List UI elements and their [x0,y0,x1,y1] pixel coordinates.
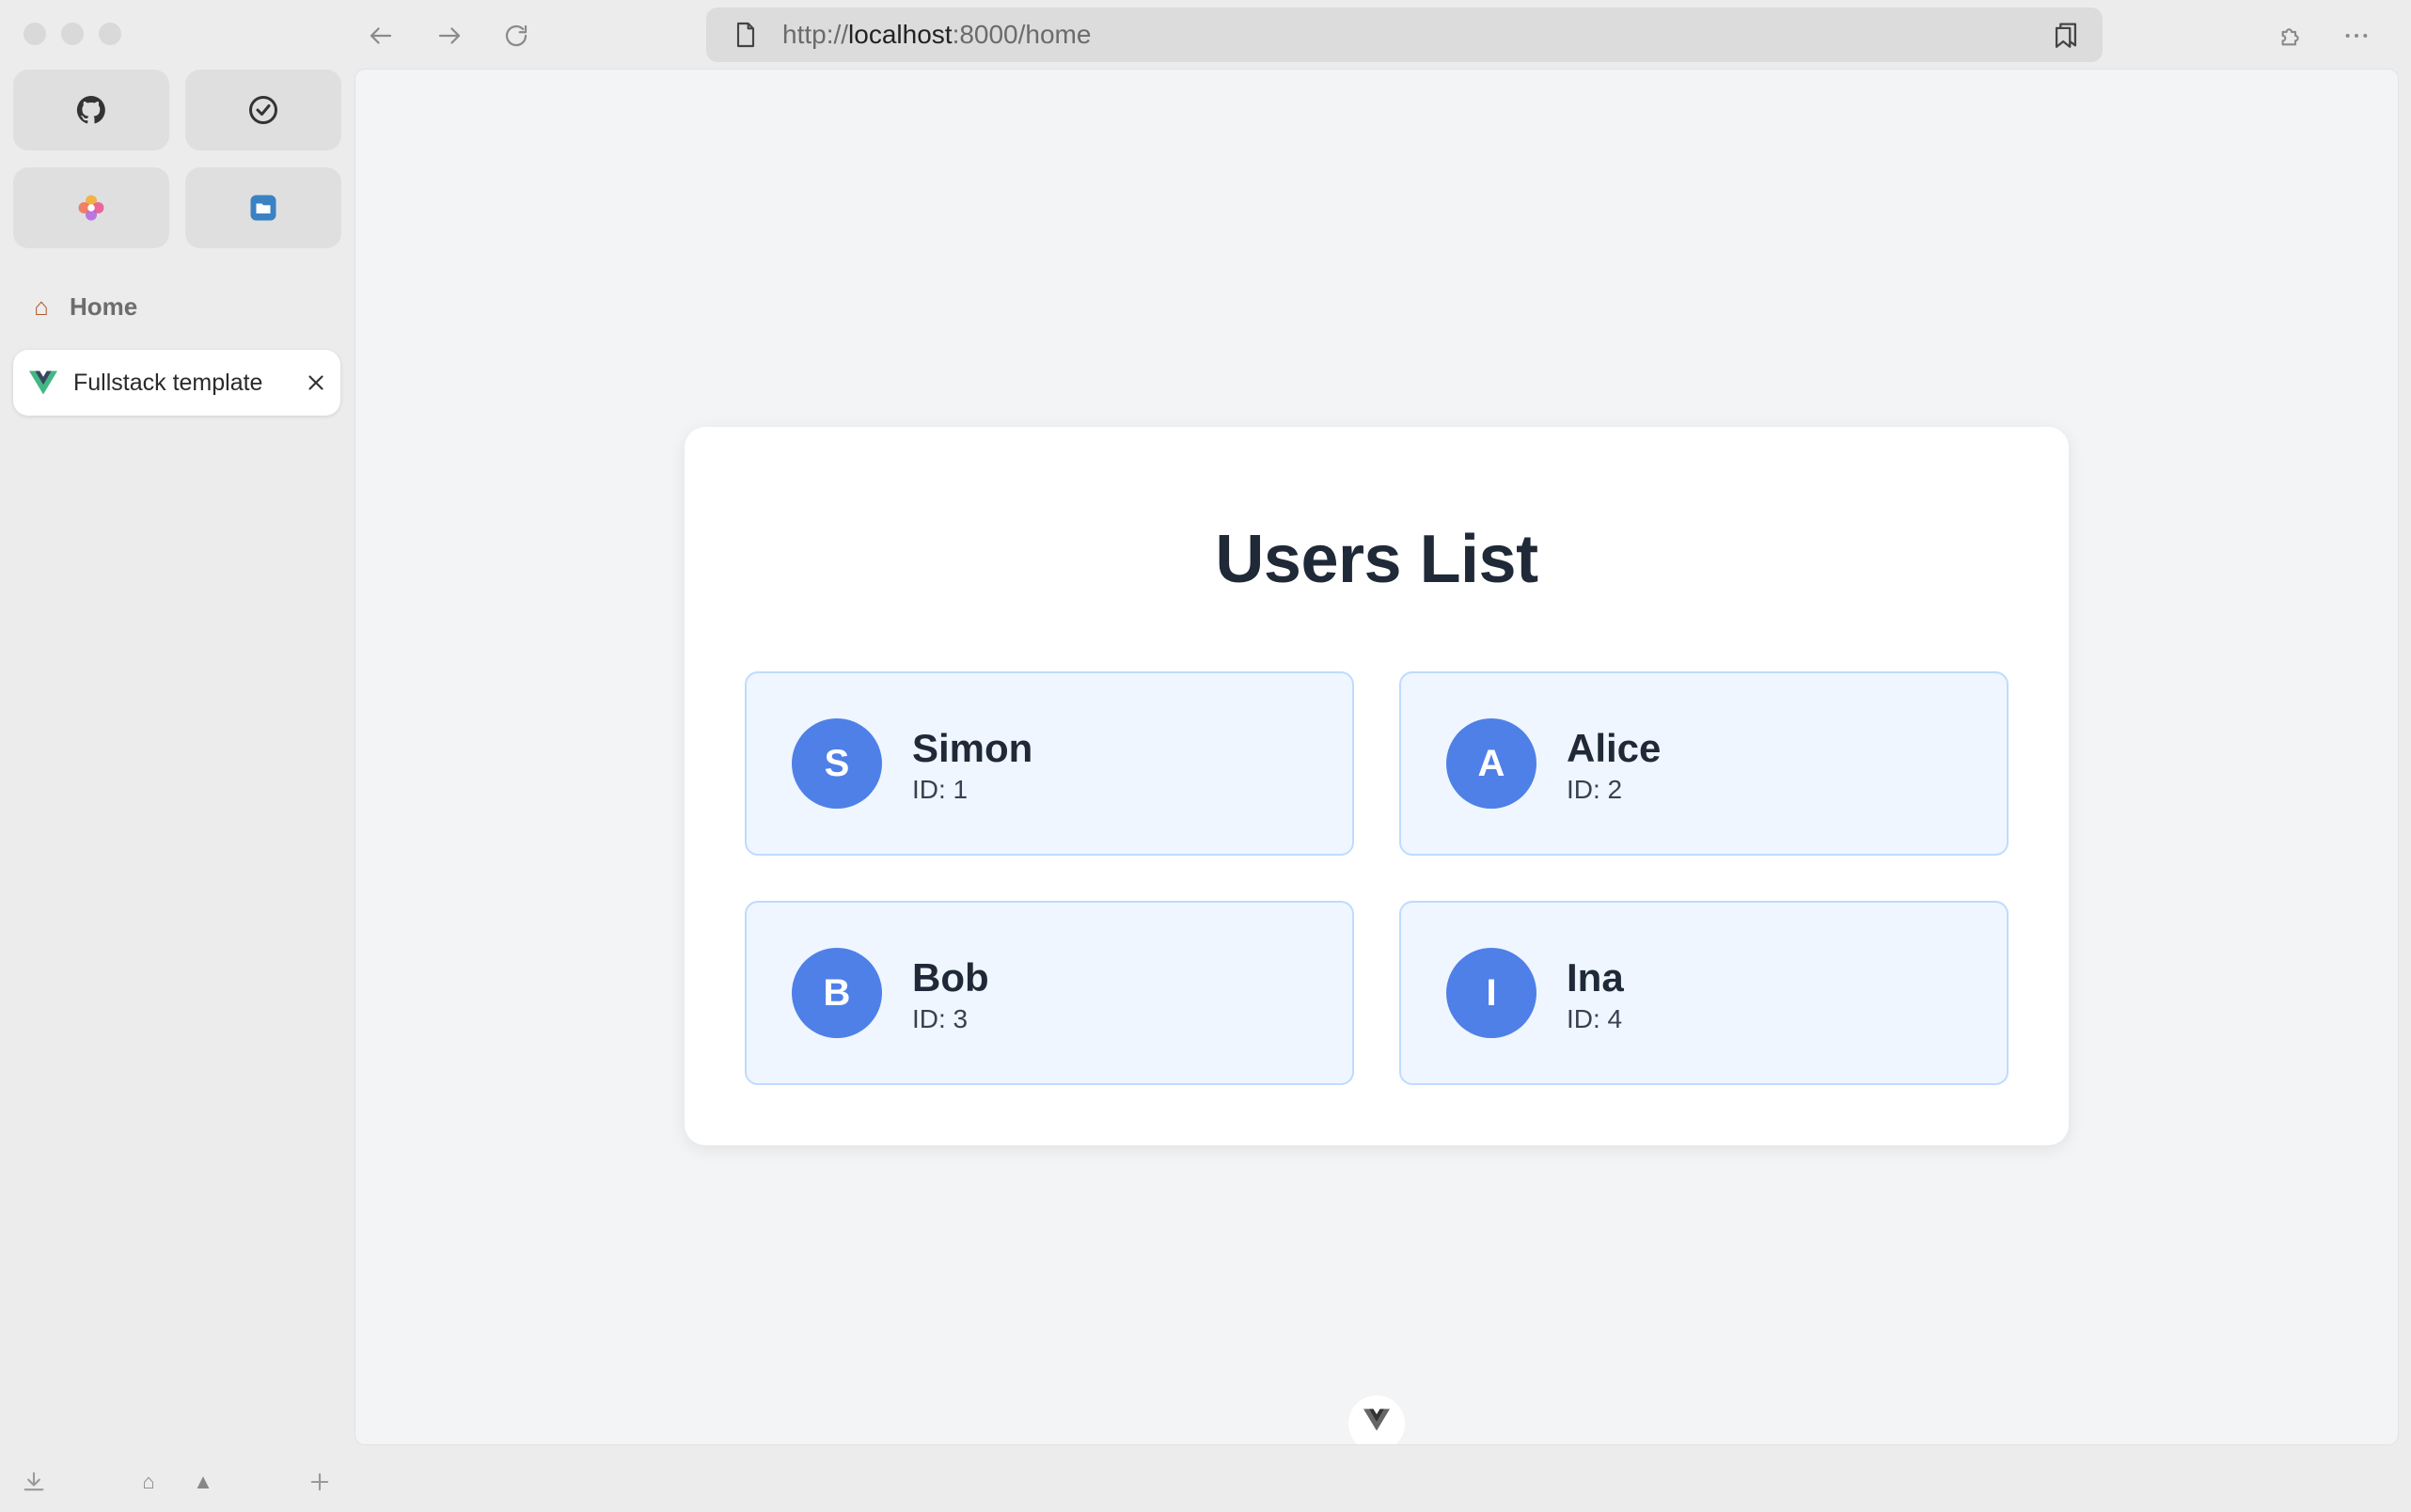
extensions-button[interactable] [2271,15,2312,56]
reload-icon [505,24,528,47]
browser-toolbar: http://localhost:8000/home [0,0,2411,70]
favorite-tasks[interactable] [185,70,341,150]
space-school-button[interactable]: ▲ [184,1463,222,1501]
download-icon [24,1472,44,1491]
avatar: B [792,948,882,1038]
avatar: I [1446,948,1536,1038]
user-name: Ina [1567,955,1624,1000]
sidebar-tab-fullstack-template[interactable]: Fullstack template [13,350,340,416]
user-name: Bob [912,955,989,1000]
puzzle-icon [2281,28,2299,46]
avatar: S [792,718,882,809]
new-space-button[interactable] [301,1463,339,1501]
forward-button[interactable] [429,15,470,56]
user-card: A Alice ID: 2 [1399,671,2009,856]
favorite-github[interactable] [13,70,169,150]
sidebar-item-label: Home [70,291,138,321]
user-name: Alice [1567,726,1662,770]
colorful-flower-icon [78,195,104,221]
vue-logo-icon [1363,1409,1390,1431]
sidebar: ⌂ Home Fullstack template ⌂ ▲ [0,70,355,1493]
folder-app-icon [250,195,276,221]
address-bar[interactable]: http://localhost:8000/home [706,8,2103,62]
sidebar-bottom-bar: ⌂ ▲ [0,1456,355,1512]
close-tab-button[interactable] [292,370,340,395]
window-zoom-button[interactable] [99,23,121,45]
page-title: Users List [1215,522,1538,597]
url-scheme: http:// [782,20,849,49]
page-icon [736,22,755,48]
web-content: Users List S Simon ID: 1 A Alice ID: 2 B… [355,70,2398,1444]
tab-label: Fullstack template [73,369,263,396]
arrow-right-icon [438,27,461,44]
home-icon: ⌂ [34,291,49,321]
user-id: ID: 1 [912,775,969,804]
sidebar-item-home[interactable]: ⌂ Home [13,278,340,335]
downloads-button[interactable] [15,1463,53,1501]
vue-devtools-toggle[interactable] [1348,1395,1405,1444]
users-card: Users List S Simon ID: 1 A Alice ID: 2 B… [685,427,2069,1145]
github-icon [76,95,105,124]
url-host: localhost [848,20,953,49]
more-horizontal-icon [2345,34,2368,38]
close-icon [308,375,323,390]
window-minimize-button[interactable] [61,23,84,45]
user-id: ID: 2 [1567,775,1623,804]
avatar: A [1446,718,1536,809]
url-path: :8000/home [952,20,1092,49]
back-button[interactable] [360,15,402,56]
vue-logo-icon [13,370,73,395]
favorite-flower-app[interactable] [13,167,169,248]
arrow-left-icon [370,27,392,44]
bookmark-icon[interactable] [2050,19,2082,51]
user-card: B Bob ID: 3 [745,901,1354,1085]
url-text: http://localhost:8000/home [782,8,1091,62]
more-menu-button[interactable] [2336,15,2377,56]
favorite-folder-app[interactable] [185,167,341,248]
user-card: I Ina ID: 4 [1399,901,2009,1085]
space-home-button[interactable]: ⌂ [130,1463,167,1501]
home-icon: ⌂ [142,1470,155,1493]
reload-button[interactable] [496,15,537,56]
user-card: S Simon ID: 1 [745,671,1354,856]
graduation-cap-icon: ▲ [193,1470,213,1493]
window-close-button[interactable] [24,23,46,45]
user-name: Simon [912,726,1033,770]
user-id: ID: 4 [1567,1004,1623,1033]
user-id: ID: 3 [912,1004,969,1033]
plus-icon [310,1473,329,1491]
check-circle-icon [249,96,277,124]
